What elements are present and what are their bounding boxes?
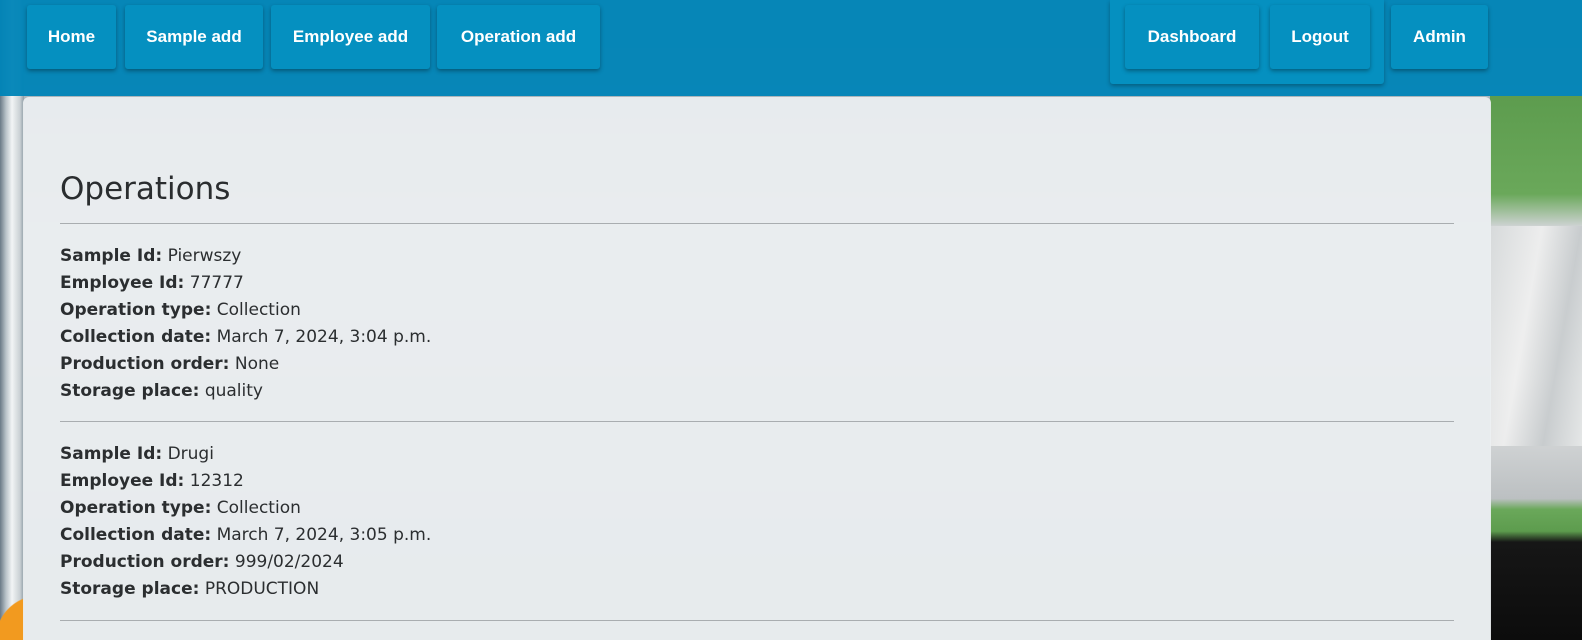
production-order-row: Production order: None — [60, 351, 431, 378]
collection-date-row: Collection date: March 7, 2024, 3:05 p.m… — [60, 522, 431, 549]
operation-entry: Sample Id: Pierwszy Employee Id: 77777 O… — [60, 243, 431, 405]
storage-place-row: Storage place: quality — [60, 378, 431, 405]
field-label: Collection date: — [60, 525, 212, 545]
entry-divider — [60, 421, 1454, 422]
operations-panel: Operations Sample Id: Pierwszy Employee … — [23, 97, 1491, 640]
title-divider — [60, 223, 1454, 224]
employee-id-row: Employee Id: 77777 — [60, 270, 431, 297]
field-label: Employee Id: — [60, 471, 185, 491]
nav-operation-add-button[interactable]: Operation add — [437, 5, 600, 69]
field-label: Operation type: — [60, 498, 212, 518]
field-label: Sample Id: — [60, 246, 163, 266]
sample-id-row: Sample Id: Pierwszy — [60, 243, 431, 270]
top-navbar: Home Sample add Employee add Operation a… — [0, 0, 1582, 96]
field-label: Storage place: — [60, 381, 200, 401]
field-label: Employee Id: — [60, 273, 185, 293]
operation-type-value: Collection — [216, 498, 301, 518]
field-label: Storage place: — [60, 579, 200, 599]
production-order-value: None — [234, 354, 280, 374]
nav-admin-button[interactable]: Admin — [1391, 5, 1488, 69]
sample-id-row: Sample Id: Drugi — [60, 441, 431, 468]
background-photo-detail — [0, 580, 24, 640]
nav-dashboard-button[interactable]: Dashboard — [1125, 5, 1259, 69]
page-title: Operations — [60, 171, 231, 207]
background-photo-right — [1490, 96, 1582, 640]
employee-id-value: 77777 — [189, 273, 244, 293]
field-label: Operation type: — [60, 300, 212, 320]
nav-home-button[interactable]: Home — [27, 5, 116, 69]
production-order-row: Production order: 999/02/2024 — [60, 549, 431, 576]
employee-id-row: Employee Id: 12312 — [60, 468, 431, 495]
collection-date-value: March 7, 2024, 3:04 p.m. — [216, 327, 432, 347]
field-label: Production order: — [60, 552, 230, 572]
production-order-value: 999/02/2024 — [234, 552, 344, 572]
employee-id-value: 12312 — [189, 471, 244, 491]
field-label: Sample Id: — [60, 444, 163, 464]
entry-divider — [60, 620, 1454, 621]
storage-place-value: quality — [204, 381, 263, 401]
operation-entry: Sample Id: Drugi Employee Id: 12312 Oper… — [60, 441, 431, 603]
field-label: Collection date: — [60, 327, 212, 347]
storage-place-row: Storage place: PRODUCTION — [60, 576, 431, 603]
storage-place-value: PRODUCTION — [204, 579, 320, 599]
sample-id-value: Pierwszy — [167, 246, 242, 266]
operation-type-row: Operation type: Collection — [60, 495, 431, 522]
operation-type-row: Operation type: Collection — [60, 297, 431, 324]
collection-date-row: Collection date: March 7, 2024, 3:04 p.m… — [60, 324, 431, 351]
nav-employee-add-button[interactable]: Employee add — [271, 5, 430, 69]
sample-id-value: Drugi — [167, 444, 214, 464]
collection-date-value: March 7, 2024, 3:05 p.m. — [216, 525, 432, 545]
nav-logout-button[interactable]: Logout — [1270, 5, 1370, 69]
operation-type-value: Collection — [216, 300, 301, 320]
field-label: Production order: — [60, 354, 230, 374]
nav-sample-add-button[interactable]: Sample add — [125, 5, 263, 69]
